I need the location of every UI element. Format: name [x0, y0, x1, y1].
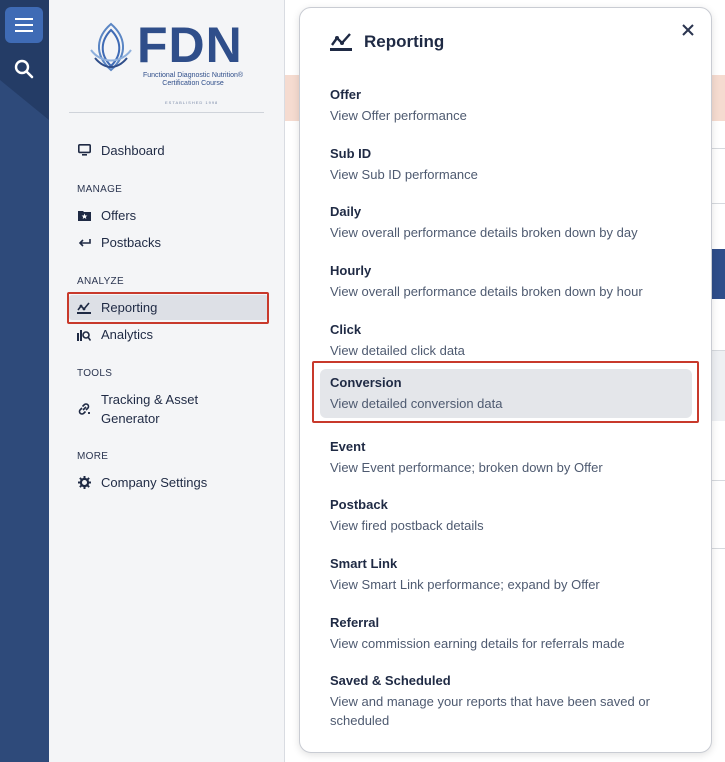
report-option-desc: View Offer performance	[330, 108, 467, 123]
report-option-daily[interactable]: Daily View overall performance details b…	[320, 198, 692, 247]
section-label-manage: MANAGE	[77, 184, 123, 195]
report-option-desc: View detailed click data	[330, 343, 465, 358]
report-option-desc: View Smart Link performance; expand by O…	[330, 577, 600, 592]
report-option-title: Offer	[330, 87, 362, 102]
report-option-title: Referral	[330, 615, 380, 630]
sidebar-item-tracking[interactable]: Tracking & Asset Generator	[69, 390, 268, 428]
section-label-tools: TOOLS	[77, 368, 113, 379]
section-label-analyze: ANALYZE	[77, 276, 124, 287]
report-option-title: Click	[330, 322, 362, 337]
conversion-highlight-annotation	[312, 361, 699, 423]
report-option-saved-scheduled[interactable]: Saved & Scheduled View and manage your r…	[320, 667, 692, 735]
logo-mark-icon	[90, 22, 132, 72]
popover-title: Reporting	[364, 32, 445, 51]
company-logo: FDN Functional Diagnostic Nutrition® Cer…	[85, 17, 255, 105]
search-button[interactable]	[5, 51, 43, 87]
report-option-desc: View fired postback details	[330, 518, 484, 533]
logo-established: ESTABLISHED 1998	[165, 100, 219, 105]
report-option-desc: View Event performance; broken down by O…	[330, 460, 603, 475]
sidebar-item-label: Tracking & Asset Generator	[101, 392, 199, 426]
app-rail	[0, 0, 49, 762]
report-option-sub-id[interactable]: Sub ID View Sub ID performance	[320, 140, 692, 189]
link-icon	[77, 402, 91, 416]
report-option-title: Smart Link	[330, 556, 398, 571]
sidebar-divider	[69, 112, 264, 113]
report-option-title: Daily	[330, 204, 362, 219]
sidebar-item-company-settings[interactable]: Company Settings	[69, 473, 268, 492]
close-button[interactable]	[679, 21, 697, 39]
reporting-icon	[330, 33, 352, 51]
report-option-smart-link[interactable]: Smart Link View Smart Link performance; …	[320, 550, 692, 599]
sidebar-item-label: Company Settings	[101, 475, 208, 490]
report-option-title: Postback	[330, 497, 388, 512]
report-option-hourly[interactable]: Hourly View overall performance details …	[320, 257, 692, 306]
close-icon	[682, 24, 694, 36]
sidebar-item-label: Analytics	[101, 327, 154, 342]
sidebar-item-offers[interactable]: Offers	[69, 206, 268, 225]
report-option-click[interactable]: Click View detailed click data	[320, 316, 692, 365]
search-icon	[14, 59, 34, 79]
menu-button[interactable]	[5, 7, 43, 43]
hamburger-menu-icon	[15, 18, 33, 32]
section-label-more: MORE	[77, 451, 109, 462]
analytics-icon	[77, 327, 91, 341]
sidebar: FDN Functional Diagnostic Nutrition® Cer…	[49, 0, 285, 762]
report-option-title: Event	[330, 439, 366, 454]
background-button	[712, 249, 725, 299]
sidebar-item-analytics[interactable]: Analytics	[69, 325, 268, 344]
report-option-offer[interactable]: Offer View Offer performance	[320, 81, 692, 130]
sidebar-item-dashboard[interactable]: Dashboard	[69, 141, 268, 160]
sidebar-item-label: Postbacks	[101, 235, 161, 250]
return-arrow-icon	[77, 235, 91, 249]
monitor-icon	[77, 143, 91, 157]
star-folder-icon	[77, 208, 91, 222]
logo-wordmark: FDN	[137, 17, 243, 73]
report-option-desc: View commission earning details for refe…	[330, 636, 625, 651]
report-option-desc: View and manage your reports that have b…	[330, 694, 650, 728]
sidebar-item-label: Offers	[101, 208, 137, 223]
report-option-desc: View Sub ID performance	[330, 167, 478, 182]
report-option-desc: View overall performance details broken …	[330, 225, 638, 240]
report-option-title: Hourly	[330, 263, 372, 278]
report-option-title: Sub ID	[330, 146, 372, 161]
sidebar-item-postbacks[interactable]: Postbacks	[69, 233, 268, 252]
report-option-title: Saved & Scheduled	[330, 673, 451, 688]
report-option-postback[interactable]: Postback View fired postback details	[320, 491, 692, 540]
sidebar-highlight-annotation	[67, 292, 269, 324]
report-option-event[interactable]: Event View Event performance; broken dow…	[320, 433, 692, 482]
popover-header: Reporting	[330, 32, 444, 52]
sidebar-item-label: Dashboard	[101, 143, 165, 158]
report-option-referral[interactable]: Referral View commission earning details…	[320, 609, 692, 658]
gear-icon	[77, 475, 91, 489]
logo-tagline: Functional Diagnostic Nutrition® Certifi…	[142, 72, 244, 87]
report-option-desc: View overall performance details broken …	[330, 284, 643, 299]
